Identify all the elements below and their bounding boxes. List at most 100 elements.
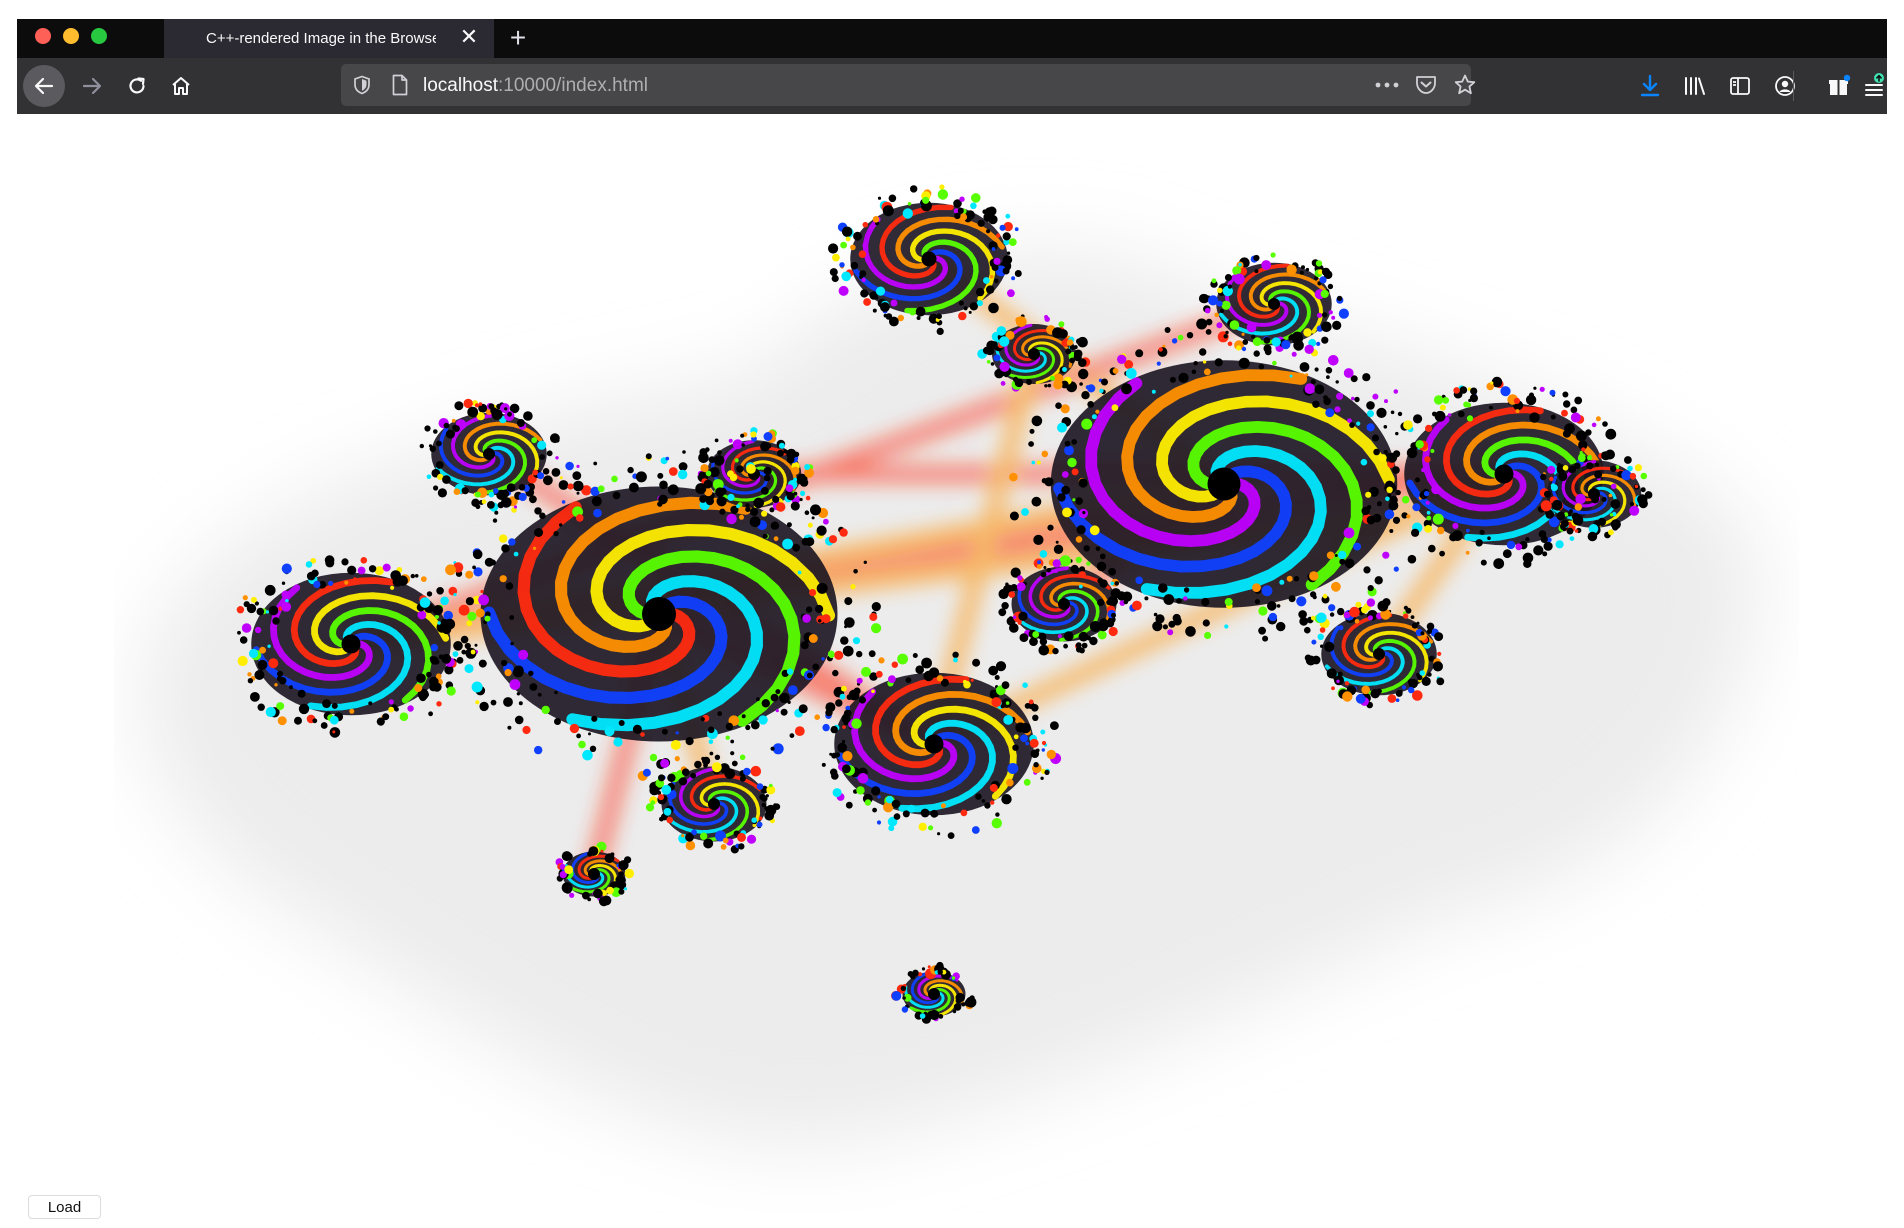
fractal-speck [1392,516,1401,524]
fractal-speck [1253,254,1260,262]
fractal-speck [920,808,930,818]
fractal-speck [534,507,542,515]
fractal-speck [1005,582,1009,586]
fractal-speck [915,665,924,674]
fractal-speck [871,602,881,612]
fractal-speck [1360,458,1368,466]
new-tab-icon[interactable]: + [504,24,532,52]
fractal-speck [1415,477,1420,483]
shield-icon[interactable] [353,75,371,95]
forward-button[interactable] [71,65,113,107]
reload-button[interactable] [116,65,158,107]
fractal-speck [518,492,527,502]
fractal-speck [1224,624,1229,629]
fractal-speck [986,360,991,364]
fractal-speck [507,411,512,417]
window-close-button[interactable] [35,28,51,44]
fractal-speck [1439,550,1445,557]
fractal-speck [1610,519,1621,530]
fractal-speck [1046,568,1051,573]
fractal-speck [1423,490,1430,497]
fractal-speck [543,475,553,486]
sidebar-button[interactable] [1719,65,1761,107]
fractal-speck [1135,576,1143,585]
fractal-speck [1436,677,1445,686]
fractal-speck [1205,329,1212,335]
menu-button[interactable] [1863,65,1887,107]
bookmark-star-icon[interactable] [1453,73,1477,97]
fractal-speck [1540,535,1548,543]
fractal-speck [1393,389,1399,394]
fractal-speck [539,454,545,460]
fractal-speck [1428,544,1436,553]
fractal-speck [905,677,912,683]
fractal-speck [388,706,395,713]
fractal-speck [1354,619,1360,624]
fractal-speck [740,433,745,438]
fractal-speck [445,429,455,439]
url-text[interactable]: localhost:10000/index.html [423,75,648,97]
fractal-speck [460,635,469,644]
fractal-speck [328,580,334,586]
fractal-speck [426,474,432,480]
url-bar[interactable]: localhost:10000/index.html [341,64,1476,106]
fractal-speck [1403,605,1408,610]
fractal-speck [478,402,483,406]
fractal-speck [1032,631,1040,638]
tab-close-icon[interactable]: ✕ [458,26,480,48]
fractal-speck [832,669,839,677]
fractal-speck [470,649,476,655]
fractal-speck [458,604,470,616]
forward-arrow-icon [82,77,102,95]
fractal-speck [419,443,424,449]
fractal-speck [1433,395,1444,405]
fractal-speck [717,450,722,455]
fractal-speck [1540,473,1547,481]
fractal-speck [666,816,673,824]
fractal-speck [1254,269,1259,274]
fractal-speck [1047,524,1054,531]
fractal-speck [1609,513,1614,517]
fractal-speck [835,699,843,707]
pocket-icon[interactable] [1415,75,1437,95]
fractal-speck [1299,362,1310,372]
fractal-speck [1078,584,1083,589]
fractal-speck [993,257,1001,265]
page-icon [392,74,408,96]
fractal-speck [281,590,290,599]
home-button[interactable] [160,65,202,107]
tab-title: C++-rendered Image in the Browser [206,30,436,47]
fractal-speck [1332,320,1342,330]
fractal-speck [572,471,582,480]
library-button[interactable] [1674,65,1716,107]
window-minimize-button[interactable] [63,28,79,44]
fractal-speck [1634,484,1639,489]
fractal-speck [1354,396,1360,403]
fractal-speck [1268,612,1278,622]
fractal-speck [852,637,861,645]
fractal-speck [1339,558,1346,565]
fractal-speck [1007,763,1019,774]
window-maximize-button[interactable] [91,28,107,44]
fractal-speck [1431,484,1441,495]
fractal-speck [507,725,512,730]
downloads-button[interactable] [1629,65,1671,107]
fractal-speck [831,752,838,759]
load-button[interactable]: Load [28,1195,101,1219]
fractal-speck [760,441,770,452]
more-dots-icon[interactable] [1375,82,1399,88]
fractal-speck [472,565,476,570]
fractal-speck [1279,579,1285,585]
fractal-speck [1309,571,1319,581]
account-button[interactable] [1764,65,1806,107]
fractal-speck [991,247,996,251]
fractal-speck [731,760,738,767]
fractal-speck [1072,498,1076,502]
fractal-speck [424,425,431,432]
fractal-speck [1314,384,1325,395]
extensions-button[interactable] [1818,65,1860,107]
browser-tab[interactable]: C++-rendered Image in the Browser ✕ [164,19,494,58]
back-button[interactable] [23,65,65,107]
fractal-speck [1122,591,1133,602]
fractal-speck [736,504,740,509]
